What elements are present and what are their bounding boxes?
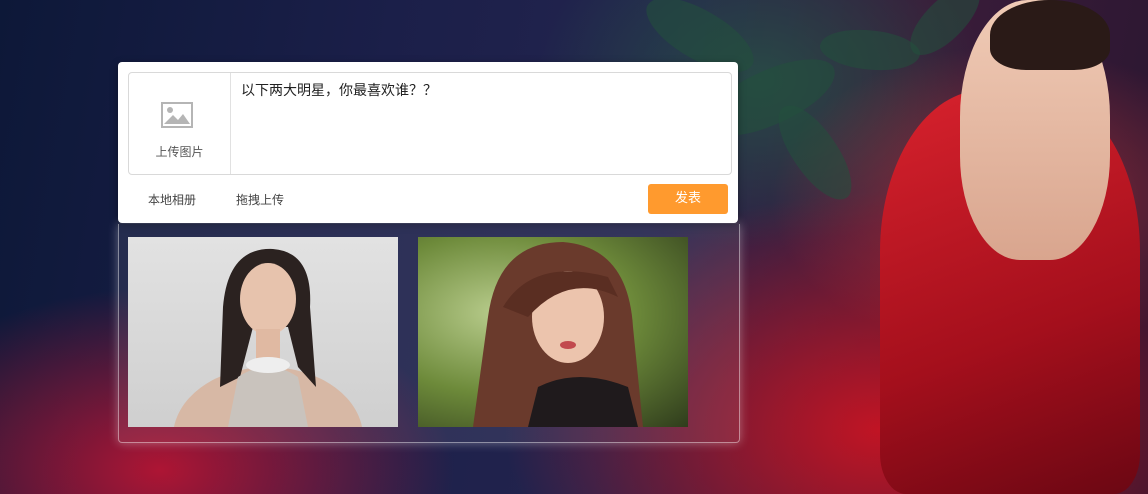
local-album-link[interactable]: 本地相册 — [148, 191, 196, 208]
post-textarea[interactable]: 以下两大明星，你最喜欢谁？？ — [241, 83, 721, 163]
composer-input-area: 上传图片 以下两大明星，你最喜欢谁？？ — [128, 72, 732, 175]
publish-button[interactable]: 发表 — [648, 184, 728, 214]
uploaded-images-panel — [118, 224, 740, 443]
upload-image-button[interactable]: 上传图片 — [129, 73, 231, 174]
background-figure — [870, 0, 1148, 494]
upload-image-label: 上传图片 — [155, 145, 204, 159]
uploaded-photo[interactable] — [418, 237, 688, 427]
background-leaf — [768, 93, 862, 212]
post-composer: 上传图片 以下两大明星，你最喜欢谁？？ 本地相册 拖拽上传 发表 — [118, 62, 738, 223]
image-icon — [161, 102, 193, 128]
background-hair — [990, 0, 1110, 70]
drag-upload-link[interactable]: 拖拽上传 — [236, 191, 284, 208]
uploaded-photo[interactable] — [128, 237, 398, 427]
